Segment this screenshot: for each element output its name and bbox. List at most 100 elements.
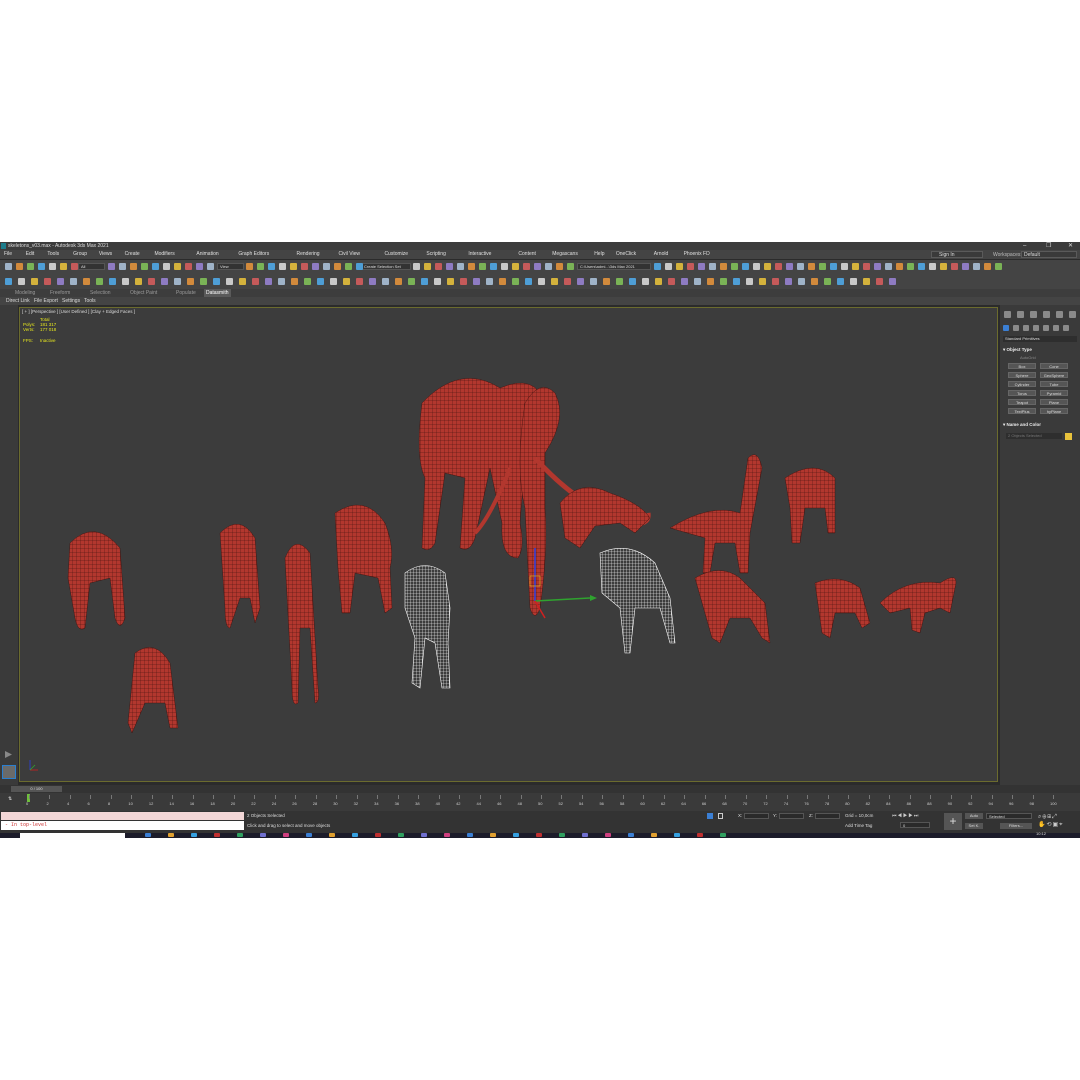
select-by-name-icon[interactable] <box>71 263 78 270</box>
toolbar-tool-icon[interactable] <box>850 278 857 285</box>
geometry-icon[interactable] <box>1003 325 1009 331</box>
menu-group[interactable]: Group <box>73 250 87 259</box>
create-hyplane-button[interactable]: hyPlane <box>1040 408 1068 414</box>
key-filters-button[interactable]: Filters... <box>1000 823 1032 829</box>
toolbar-tool-icon[interactable] <box>655 278 662 285</box>
bind-icon[interactable] <box>753 263 760 270</box>
toolbar-tool-icon[interactable] <box>811 278 818 285</box>
maximize-button[interactable]: ❐ <box>1046 242 1051 250</box>
toolbar-tool-icon[interactable] <box>707 278 714 285</box>
menu-customize[interactable]: Customize <box>384 250 408 259</box>
taskbar-app-icon[interactable] <box>352 833 358 837</box>
spacewarps-icon[interactable] <box>1053 325 1059 331</box>
create-cylinder-button[interactable]: Cylinder <box>1008 381 1036 387</box>
schematic-icon[interactable] <box>279 263 286 270</box>
create-pyramid-button[interactable]: Pyramid <box>1040 390 1068 396</box>
cameras-icon[interactable] <box>1033 325 1039 331</box>
motion-tab-icon[interactable] <box>1043 311 1050 318</box>
menu-interactive[interactable]: Interactive <box>468 250 491 259</box>
set-key-button[interactable]: Set K. <box>965 823 983 829</box>
render-setup-icon[interactable] <box>951 263 958 270</box>
toolbar-tool-icon[interactable] <box>668 278 675 285</box>
taskbar-app-icon[interactable] <box>214 833 220 837</box>
move-icon[interactable] <box>130 263 137 270</box>
create-sphere-button[interactable]: Sphere <box>1008 372 1036 378</box>
taskbar-app-icon[interactable] <box>559 833 565 837</box>
selection-lock-icon[interactable] <box>718 813 723 819</box>
menu-modifiers[interactable]: Modifiers <box>154 250 174 259</box>
unlink-icon[interactable] <box>742 263 749 270</box>
skeleton-models-left[interactable] <box>67 504 393 734</box>
toolbar-tool-icon[interactable] <box>785 278 792 285</box>
toolbar-tool-icon[interactable] <box>460 278 467 285</box>
object-color-swatch[interactable] <box>1065 433 1072 440</box>
menu-animation[interactable]: Animation <box>196 250 218 259</box>
select-icon[interactable] <box>424 263 431 270</box>
toolbar-tool-icon[interactable] <box>109 278 116 285</box>
percent-snap-icon[interactable] <box>863 263 870 270</box>
taskbar-app-icon[interactable] <box>582 833 588 837</box>
toolbar-tool-icon[interactable] <box>31 278 38 285</box>
redo-icon[interactable] <box>16 263 23 270</box>
toolbar-tool-icon[interactable] <box>512 278 519 285</box>
schematic-icon[interactable] <box>929 263 936 270</box>
toolbar-tool-icon[interactable] <box>148 278 155 285</box>
rotate-icon[interactable] <box>819 263 826 270</box>
snap-icon[interactable] <box>163 263 170 270</box>
project-path-field[interactable]: C:\Users\admi...\3ds Max 2021 <box>577 263 651 270</box>
create-plane-button[interactable]: Plane <box>1040 399 1068 405</box>
create-box-button[interactable]: Box <box>1008 363 1036 369</box>
move-icon[interactable] <box>808 263 815 270</box>
toolbar-tool-icon[interactable] <box>330 278 337 285</box>
toolbar-tool-icon[interactable] <box>577 278 584 285</box>
angle-snap-icon[interactable] <box>512 263 519 270</box>
ribbon-tab-selection[interactable]: Selection <box>90 289 111 297</box>
reference-coord-dropdown[interactable]: View <box>217 263 244 270</box>
create-torus-button[interactable]: Torus <box>1008 390 1036 396</box>
toolbar-tool-icon[interactable] <box>135 278 142 285</box>
menu-views[interactable]: Views <box>99 250 112 259</box>
toolbar-tool-icon[interactable] <box>252 278 259 285</box>
toolbar-tool-icon[interactable] <box>265 278 272 285</box>
taskbar-app-icon[interactable] <box>191 833 197 837</box>
toolbar-tool-icon[interactable] <box>746 278 753 285</box>
ribbon-tab-freeform[interactable]: Freeform <box>50 289 70 297</box>
link-icon[interactable] <box>995 263 1002 270</box>
taskbar-app-icon[interactable] <box>720 833 726 837</box>
toolbar-tool-icon[interactable] <box>239 278 246 285</box>
menu-graph-editors[interactable]: Graph Editors <box>238 250 269 259</box>
spinner-snap-icon[interactable] <box>196 263 203 270</box>
object-name-field[interactable]: 2 Objects Selected <box>1006 433 1062 439</box>
toolbar-tool-icon[interactable] <box>759 278 766 285</box>
taskbar-app-icon[interactable] <box>467 833 473 837</box>
maxscript-listener-output[interactable] <box>1 812 244 820</box>
expand-layout-icon[interactable] <box>5 751 12 758</box>
taskbar-app-icon[interactable] <box>375 833 381 837</box>
toolbar-tool-icon[interactable] <box>5 278 12 285</box>
toolbar-tool-icon[interactable] <box>174 278 181 285</box>
render-icon[interactable] <box>312 263 319 270</box>
snap-icon[interactable] <box>501 263 508 270</box>
close-button[interactable]: ✕ <box>1068 242 1073 250</box>
toolbar-tool-icon[interactable] <box>200 278 207 285</box>
create-teapot-button[interactable]: Teapot <box>1008 399 1036 405</box>
snap-icon[interactable] <box>841 263 848 270</box>
redo-icon[interactable] <box>984 263 991 270</box>
toolbar-tool-icon[interactable] <box>369 278 376 285</box>
layer-icon[interactable] <box>257 263 264 270</box>
curve-editor-icon[interactable] <box>268 263 275 270</box>
toolbar-tool-icon[interactable] <box>421 278 428 285</box>
select-by-name-icon[interactable] <box>775 263 782 270</box>
ribbon-tab-object-paint[interactable]: Object Paint <box>130 289 157 297</box>
toolbar-tool-icon[interactable] <box>18 278 25 285</box>
menu-oneclick[interactable]: OneClick <box>616 250 636 259</box>
toolbar-tool-icon[interactable] <box>824 278 831 285</box>
toolbar-tool-icon[interactable] <box>83 278 90 285</box>
toolbar-tool-icon[interactable] <box>187 278 194 285</box>
undo-icon[interactable] <box>709 263 716 270</box>
toolbar-tool-icon[interactable] <box>70 278 77 285</box>
add-time-tag[interactable]: Add Time Tag <box>845 823 872 828</box>
region-select-icon[interactable] <box>446 263 453 270</box>
systems-icon[interactable] <box>1063 325 1069 331</box>
taskbar-app-icon[interactable] <box>237 833 243 837</box>
